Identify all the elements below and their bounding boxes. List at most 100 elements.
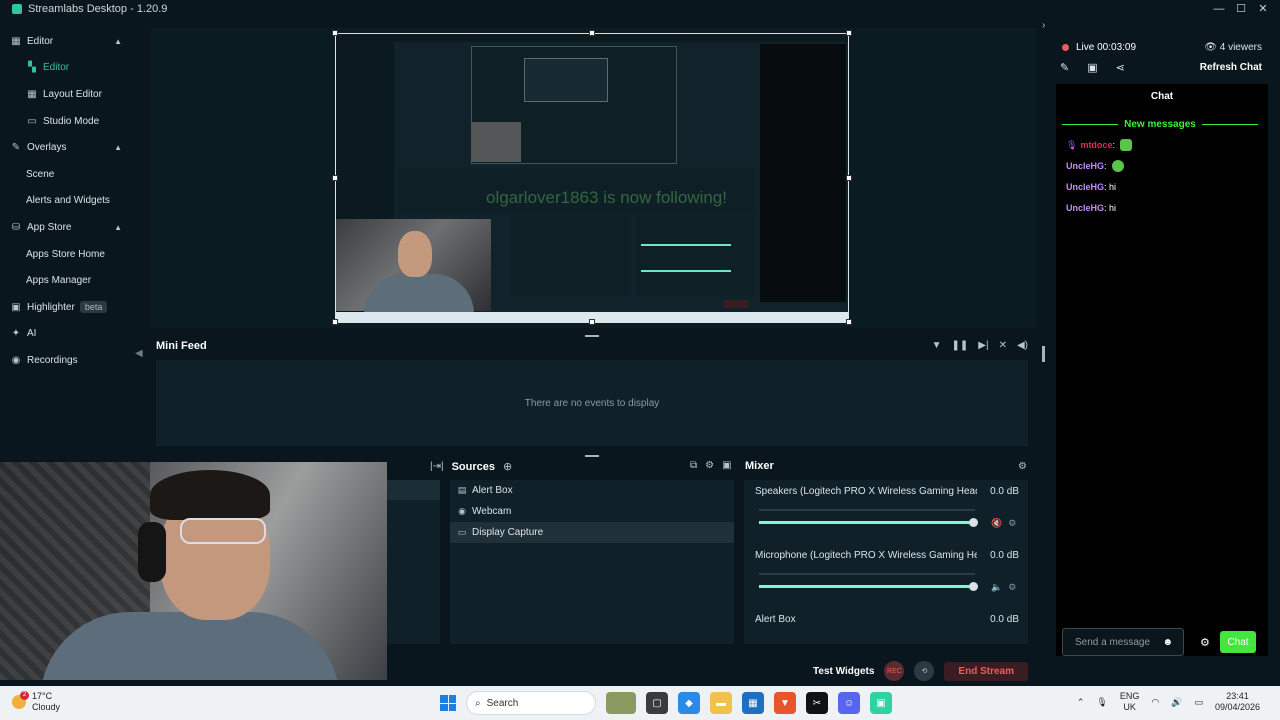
resize-handle[interactable] — [846, 319, 852, 325]
pause-icon[interactable]: ❚❚ — [952, 340, 969, 351]
close-button[interactable]: ✕ — [1252, 0, 1274, 18]
volume-slider-thumb[interactable] — [968, 582, 978, 591]
capcut-icon[interactable]: ✂ — [806, 692, 828, 714]
windows-taskbar: 2 17°C Cloudy ⌕ Search ▢ ◆ ▬ ▦ ▼ ✂ ☺ ▣ ⌃… — [0, 686, 1280, 720]
sidebar-item-alerts-widgets[interactable]: Alerts and Widgets — [0, 188, 136, 215]
wifi-icon[interactable]: ◠ — [1151, 697, 1159, 708]
source-item-alert-box[interactable]: ▤ Alert Box — [450, 480, 734, 501]
sidebar-collapse-icon[interactable]: ◀ — [135, 348, 143, 359]
chat-resize-handle[interactable] — [1042, 346, 1045, 362]
end-stream-button[interactable]: End Stream — [944, 661, 1028, 681]
edit-icon[interactable]: ✎ — [1060, 61, 1069, 74]
chat-settings-icon[interactable]: ⚙ — [1200, 636, 1210, 649]
microphone-icon[interactable]: 🎙 — [1096, 697, 1107, 708]
skip-icon[interactable]: ▶| — [978, 340, 988, 351]
add-source-icon[interactable]: ⊕ — [503, 460, 512, 473]
refresh-chat-button[interactable]: Refresh Chat — [1200, 62, 1262, 73]
language-indicator[interactable]: ENG UK — [1120, 691, 1140, 713]
volume-slider-speakers[interactable] — [759, 518, 978, 527]
sidebar-item-recordings[interactable]: ◉ Recordings — [0, 347, 136, 374]
taskbar-search[interactable]: ⌕ Search — [466, 691, 596, 715]
resize-handle[interactable] — [846, 30, 852, 36]
discord-icon[interactable]: ☺ — [838, 692, 860, 714]
channel-settings-icon[interactable]: ⚙ — [1008, 518, 1016, 529]
resize-handle[interactable] — [589, 30, 595, 36]
sidebar-item-ai[interactable]: ✦ AI — [0, 321, 136, 348]
file-explorer-icon[interactable]: ▬ — [710, 692, 732, 714]
mixer-settings-icon[interactable]: ⚙ — [1018, 461, 1027, 472]
sidebar-item-scene[interactable]: Scene — [0, 161, 136, 188]
volume-slider-thumb[interactable] — [968, 518, 978, 527]
brave-browser-icon[interactable]: ▼ — [774, 692, 796, 714]
send-chat-button[interactable]: Chat — [1220, 631, 1256, 653]
sidebar-item-highlighter[interactable]: ▣ Highlighter beta — [0, 294, 136, 321]
chat-username[interactable]: mtdoce — [1080, 140, 1112, 150]
chevron-right-icon[interactable]: › — [1042, 20, 1045, 31]
resize-handle[interactable] — [332, 30, 338, 36]
weather-widget[interactable]: 2 17°C Cloudy — [12, 691, 60, 713]
minimize-button[interactable]: — — [1208, 0, 1230, 18]
sidebar-item-editor[interactable]: ▚ Editor — [0, 55, 136, 82]
widget-icon: ▤ — [457, 485, 467, 495]
channel-settings-icon[interactable]: ⚙ — [1008, 582, 1016, 593]
filter-icon[interactable]: ▼ — [932, 340, 942, 351]
volume-icon[interactable]: ◀) — [1017, 340, 1028, 351]
volume-slider-microphone[interactable] — [759, 582, 978, 591]
chat-input[interactable]: Send a message ☻ — [1062, 628, 1184, 656]
chevron-up-icon[interactable]: ⌃ — [1077, 697, 1085, 708]
source-item-display-capture[interactable]: ▭ Display Capture — [450, 522, 734, 543]
chat-username[interactable]: UncleHG — [1066, 182, 1104, 192]
chat-panel: Live 00:03:09 👁 4 viewers ✎ ▣ ⋖ Refresh … — [1052, 36, 1268, 666]
channel-db: 0.0 dB — [990, 614, 1019, 625]
chat-message: UncleHG: hi — [1066, 182, 1117, 192]
resize-handle[interactable] — [589, 319, 595, 325]
maximize-button[interactable]: ☐ — [1230, 0, 1252, 18]
viewer-count: 👁 4 viewers — [1204, 42, 1262, 53]
display-capture-preview[interactable]: olgarlover1863 is now following! — [335, 33, 849, 323]
speaker-icon[interactable]: 🔊 — [1171, 697, 1182, 708]
chat-username[interactable]: UncleHG — [1066, 161, 1104, 171]
group-icon[interactable]: ⧉ — [690, 460, 697, 471]
sidebar-item-apps-manager[interactable]: Apps Manager — [0, 267, 136, 294]
windows-start-icon[interactable] — [440, 695, 456, 711]
share-icon[interactable]: ⋖ — [1116, 61, 1125, 74]
scenes-list[interactable] — [386, 480, 440, 644]
sidebar-section-overlays[interactable]: ✎ Overlays ▲ — [0, 134, 136, 161]
record-button[interactable]: REC — [884, 661, 905, 681]
battery-icon[interactable]: ▭ — [1194, 697, 1203, 708]
store-app-icon[interactable]: ▦ — [742, 692, 764, 714]
sidebar-item-label: Editor — [43, 62, 70, 74]
copilot-icon[interactable]: ◆ — [678, 692, 700, 714]
popout-icon[interactable]: ▣ — [1087, 61, 1097, 74]
chat-username[interactable]: UncleHG — [1066, 203, 1104, 213]
chat-text: hi — [1109, 203, 1117, 213]
mute-icon[interactable]: 🔇 — [991, 518, 1002, 529]
volume-slider-fill — [759, 521, 973, 524]
source-item-webcam[interactable]: ◉ Webcam — [450, 501, 734, 522]
resize-handle[interactable] — [332, 175, 338, 181]
collapse-sources-icon[interactable]: |⇥| — [430, 461, 444, 472]
folder-icon[interactable]: ▣ — [722, 460, 731, 471]
clock[interactable]: 23:41 09/04/2026 — [1215, 691, 1260, 713]
volume-icon[interactable]: 🔈 — [991, 582, 1002, 593]
test-widgets-button[interactable]: Test Widgets — [813, 666, 874, 677]
sidebar-item-apps-store-home[interactable]: Apps Store Home — [0, 241, 136, 268]
mute-alerts-icon[interactable]: ✕ — [999, 340, 1007, 351]
follow-alert-text: olgarlover1863 is now following! — [486, 188, 727, 207]
brush-icon: ✎ — [11, 142, 21, 154]
sidebar-item-studio-mode[interactable]: ▭ Studio Mode — [0, 108, 136, 135]
selected-scene-row[interactable] — [386, 480, 440, 500]
sidebar-section-editor[interactable]: ▦ Editor ▲ — [0, 28, 136, 55]
properties-icon[interactable]: ⚙ — [705, 460, 714, 471]
task-view-icon[interactable]: ▢ — [646, 692, 668, 714]
widgets-app-icon[interactable] — [606, 692, 636, 714]
emoji-icon[interactable]: ☻ — [1162, 637, 1173, 648]
resize-handle[interactable] — [846, 175, 852, 181]
sidebar-item-layout-editor[interactable]: ▦ Layout Editor — [0, 81, 136, 108]
sidebar-section-app-store[interactable]: ⛁ App Store ▲ — [0, 214, 136, 241]
highlighter-icon: ▣ — [11, 301, 21, 313]
channel-db: 0.0 dB — [990, 550, 1019, 561]
resize-handle[interactable] — [332, 319, 338, 325]
replay-buffer-icon[interactable]: ⟲ — [914, 661, 935, 681]
streamlabs-app-icon[interactable]: ▣ — [870, 692, 892, 714]
